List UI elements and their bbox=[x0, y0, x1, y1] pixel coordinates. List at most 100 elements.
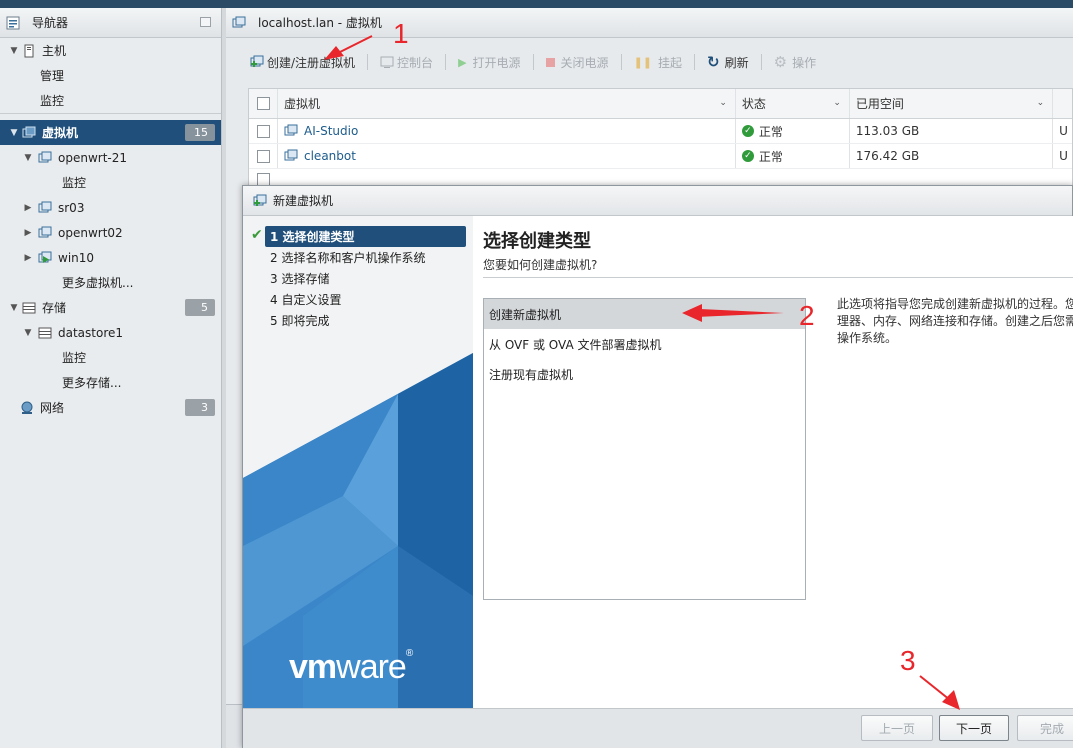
back-button[interactable]: 上一页 bbox=[861, 715, 933, 741]
vm-name-link[interactable]: cleanbot bbox=[304, 149, 356, 163]
nav-datastore-monitor[interactable]: 监控 bbox=[0, 345, 221, 370]
nav-storage[interactable]: ▼ 存储 5 bbox=[0, 295, 221, 320]
column-header-vm[interactable]: 虚拟机 ⌄ bbox=[277, 89, 735, 118]
check-icon: ✔ bbox=[251, 227, 263, 243]
chevron-down-icon[interactable]: ⌄ bbox=[833, 98, 841, 108]
console-label: 控制台 bbox=[397, 55, 434, 70]
navigator-icon bbox=[6, 16, 20, 29]
step-heading: 选择创建类型 bbox=[483, 231, 591, 252]
nav-vm-openwrt02[interactable]: ▶ openwrt02 bbox=[0, 220, 221, 245]
console-button[interactable]: 控制台 bbox=[380, 54, 433, 71]
datastore-icon bbox=[38, 327, 52, 338]
creation-type-list[interactable]: 创建新虚拟机 从 OVF 或 OVA 文件部署虚拟机 注册现有虚拟机 bbox=[483, 298, 806, 600]
column-header-used-space[interactable]: 已用空间 ⌄ bbox=[848, 89, 1052, 118]
logo-vm-text: vm bbox=[289, 648, 337, 686]
chevron-right-icon[interactable]: ▶ bbox=[22, 203, 34, 213]
step-2[interactable]: 2 选择名称和客户机操作系统 bbox=[251, 247, 466, 268]
step-3[interactable]: 3 选择存储 bbox=[251, 268, 466, 289]
collapse-navigator-button[interactable] bbox=[200, 17, 211, 27]
chevron-right-icon[interactable]: ▶ bbox=[22, 253, 34, 263]
nav-more-storage[interactable]: 更多存储... bbox=[0, 370, 221, 395]
chevron-down-icon[interactable]: ⌄ bbox=[1037, 98, 1045, 108]
chevron-right-icon[interactable]: ▶ bbox=[22, 228, 34, 238]
nav-vm-openwrt-21[interactable]: ▼ openwrt-21 bbox=[0, 145, 221, 170]
column-header-overflow[interactable] bbox=[1052, 89, 1072, 118]
gear-icon: ⚙ bbox=[773, 53, 788, 71]
option-deploy-ovf-ova[interactable]: 从 OVF 或 OVA 文件部署虚拟机 bbox=[484, 329, 805, 359]
chevron-down-icon[interactable]: ⌄ bbox=[719, 98, 727, 108]
row-checkbox[interactable] bbox=[257, 124, 270, 138]
top-banner bbox=[0, 0, 1073, 8]
column-used-label: 已用空间 bbox=[855, 97, 904, 111]
vm-name-cell[interactable]: AI-Studio bbox=[277, 119, 735, 143]
table-row[interactable]: AI-Studio ✓ 正常 113.03 GB U bbox=[249, 119, 1072, 144]
toolbar-divider bbox=[760, 54, 762, 70]
toolbar-divider bbox=[532, 54, 534, 70]
row-checkbox[interactable] bbox=[257, 149, 270, 163]
vm-icon bbox=[38, 151, 52, 162]
wizard-steps-panel: ✔ 1 选择创建类型 2 选择名称和客户机操作系统 3 选择存储 4 自定义设置… bbox=[243, 216, 473, 708]
next-button[interactable]: 下一页 bbox=[939, 715, 1009, 741]
overflow-cell: U bbox=[1052, 144, 1072, 168]
suspend-button[interactable]: ❚❚ 挂起 bbox=[634, 54, 682, 71]
toolbar-divider bbox=[445, 54, 447, 70]
step-4-label: 4 自定义设置 bbox=[270, 293, 342, 307]
nav-host[interactable]: ▼ 主机 bbox=[0, 38, 221, 63]
chevron-down-icon[interactable]: ▼ bbox=[8, 303, 20, 313]
actions-label: 操作 bbox=[792, 55, 817, 70]
row-checkbox[interactable] bbox=[257, 172, 270, 186]
select-all-checkbox[interactable] bbox=[257, 97, 270, 110]
table-row[interactable]: cleanbot ✓ 正常 176.42 GB U bbox=[249, 144, 1072, 169]
vmware-logo: vmware® bbox=[289, 648, 413, 687]
check-circle-icon: ✓ bbox=[741, 125, 754, 137]
refresh-button[interactable]: ↻ 刷新 bbox=[707, 53, 749, 71]
dialog-titlebar: 新建虚拟机 bbox=[243, 186, 1072, 216]
step-subheading: 您要如何创建虚拟机? bbox=[483, 258, 598, 272]
nav-host-manage-label: 管理 bbox=[40, 69, 65, 83]
power-on-button[interactable]: ▶ 打开电源 bbox=[458, 54, 520, 71]
main-header: localhost.lan - 虚拟机 bbox=[226, 8, 1073, 38]
power-off-button[interactable]: 关闭电源 bbox=[545, 54, 609, 71]
vm-name-cell[interactable]: cleanbot bbox=[277, 144, 735, 168]
nav-vm-win10[interactable]: ▶ win10 bbox=[0, 245, 221, 270]
nav-vm-openwrt-21-monitor[interactable]: 监控 bbox=[0, 170, 221, 195]
step-1[interactable]: ✔ 1 选择创建类型 bbox=[251, 226, 466, 247]
nav-datastore1[interactable]: ▼ datastore1 bbox=[0, 320, 221, 345]
create-register-vm-button[interactable]: 创建/注册虚拟机 bbox=[250, 54, 355, 71]
chevron-down-icon[interactable]: ▼ bbox=[8, 46, 20, 56]
storage-count-badge: 5 bbox=[185, 299, 215, 316]
vm-icon bbox=[284, 149, 298, 161]
chevron-down-icon[interactable]: ▼ bbox=[8, 128, 20, 138]
description-line: 此选项将指导您完成创建新虚拟机的过程。您 bbox=[837, 297, 1073, 311]
annotation-label-2: 2 bbox=[799, 300, 815, 331]
toolbar-divider bbox=[694, 54, 696, 70]
column-header-status[interactable]: 状态 ⌄ bbox=[734, 89, 849, 118]
nav-host-monitor[interactable]: 监控 bbox=[0, 88, 221, 113]
option-create-new-vm[interactable]: 创建新虚拟机 bbox=[484, 299, 805, 329]
dialog-footer: 上一页 下一页 完成 bbox=[243, 708, 1073, 748]
nav-vm-sr03[interactable]: ▶ sr03 bbox=[0, 195, 221, 220]
chevron-down-icon[interactable]: ▼ bbox=[22, 328, 34, 338]
status-text: 正常 bbox=[758, 149, 783, 164]
nav-virtual-machines[interactable]: ▼ 虚拟机 15 bbox=[0, 120, 221, 145]
logo-ware-text: ware bbox=[336, 648, 407, 686]
step-1-label: 1 选择创建类型 bbox=[270, 230, 355, 244]
step-4[interactable]: 4 自定义设置 bbox=[251, 289, 466, 310]
navigator-title: 导航器 bbox=[32, 16, 69, 30]
heading-divider bbox=[483, 277, 1073, 278]
nav-host-manage[interactable]: 管理 bbox=[0, 63, 221, 88]
step-5[interactable]: 5 即将完成 bbox=[251, 310, 466, 331]
chevron-down-icon[interactable]: ▼ bbox=[22, 153, 34, 163]
nav-more-vms[interactable]: 更多虚拟机... bbox=[0, 270, 221, 295]
nav-network[interactable]: 网络 3 bbox=[0, 395, 221, 420]
status-text: 正常 bbox=[758, 124, 783, 139]
nav-host-label: 主机 bbox=[42, 44, 67, 58]
play-icon: ▶ bbox=[458, 55, 467, 69]
vm-openwrt02-label: openwrt02 bbox=[58, 225, 123, 240]
actions-button[interactable]: ⚙ 操作 bbox=[774, 53, 816, 71]
finish-button[interactable]: 完成 bbox=[1017, 715, 1073, 741]
option-register-existing-vm[interactable]: 注册现有虚拟机 bbox=[484, 359, 805, 389]
wizard-content: 选择创建类型 您要如何创建虚拟机? 创建新虚拟机 从 OVF 或 OVA 文件部… bbox=[473, 216, 1073, 708]
vm-name-link[interactable]: AI-Studio bbox=[304, 124, 358, 138]
status-cell: ✓ 正常 bbox=[734, 144, 849, 168]
